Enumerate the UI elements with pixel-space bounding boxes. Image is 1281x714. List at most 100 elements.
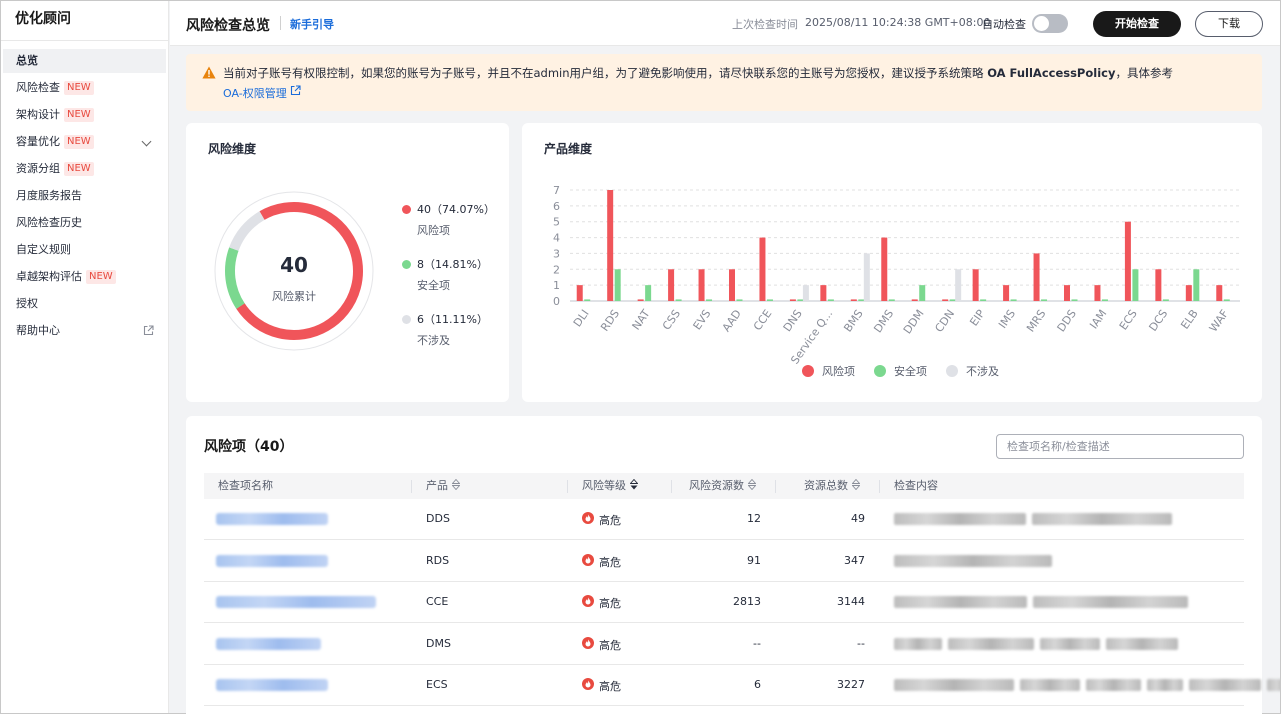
column-header-level[interactable]: 风险等级 — [582, 473, 638, 499]
bar-风险项-Service Q... — [820, 285, 827, 301]
permission-link[interactable]: OA-权限管理 — [223, 85, 287, 101]
legend-percent: （14.81%） — [424, 258, 488, 271]
product-dimension-card: 产品维度 0 1 2 3 4 5 6 7 DLI RDS NAT CSS EVS AAD CCE DNS Ser… — [522, 123, 1262, 402]
sidebar-item-10[interactable]: 帮助中心 — [3, 319, 166, 343]
cell-check-content — [1020, 679, 1080, 691]
sidebar-item-5[interactable]: 月度服务报告 — [3, 184, 166, 208]
bar-风险项-CCE — [759, 237, 766, 301]
sidebar-item-8[interactable]: 卓越架构评估 NEW — [3, 265, 166, 289]
bar-安全项-EIP — [980, 299, 987, 301]
sidebar-item-7[interactable]: 自定义规则 — [3, 238, 166, 262]
risk-legend-item[interactable]: 40（74.07%） — [402, 201, 495, 217]
x-tick-label: IAM — [1087, 307, 1109, 331]
sidebar-item-label: 月度服务报告 — [16, 189, 82, 202]
x-tick-label: DLI — [571, 307, 592, 329]
high-risk-icon — [582, 512, 594, 524]
column-header-product[interactable]: 产品 — [426, 473, 460, 499]
y-tick-label: 0 — [553, 295, 560, 308]
check-item-link[interactable] — [216, 637, 321, 650]
bar-安全项-ECS — [1132, 269, 1139, 301]
x-tick-label: CCE — [751, 307, 774, 333]
bar-不涉及-BMS — [863, 253, 870, 301]
sort-icon[interactable] — [748, 479, 756, 490]
sidebar-item-label: 容量优化 — [16, 135, 60, 148]
column-header-total[interactable]: 资源总数 — [804, 473, 860, 499]
new-badge: NEW — [64, 162, 94, 176]
cell-check-content — [1032, 513, 1172, 525]
sidebar-item-6[interactable]: 风险检查历史 — [3, 211, 166, 235]
y-tick-label: 2 — [553, 263, 560, 276]
cell-risk-level: 高危 — [599, 638, 621, 652]
column-divider — [671, 480, 672, 493]
chevron-down-icon[interactable] — [141, 136, 152, 147]
sidebar-item-9[interactable]: 授权 — [3, 292, 166, 316]
bar-安全项-Service Q... — [827, 299, 834, 301]
auto-check-toggle[interactable] — [1032, 14, 1068, 33]
cell-risk-count: -- — [753, 636, 761, 650]
cell-total-count: -- — [857, 636, 865, 650]
high-risk-icon — [582, 595, 594, 607]
bar-风险项-ELB — [1185, 285, 1192, 301]
cell-product: RDS — [426, 553, 450, 567]
warning-icon — [202, 66, 216, 79]
start-check-button[interactable]: 开始检查 — [1093, 11, 1181, 37]
risk-legend-item[interactable]: 6（11.11%） — [402, 311, 488, 327]
cell-product: ECS — [426, 678, 448, 691]
column-header-product-label: 产品 — [426, 479, 448, 492]
high-risk-icon — [582, 678, 594, 690]
legend-label: 风险项 — [822, 364, 855, 378]
y-tick-label: 3 — [553, 247, 560, 260]
sort-icon[interactable] — [452, 479, 460, 490]
bar-不涉及-CDN — [955, 269, 962, 301]
bar-安全项-EVS — [706, 299, 713, 301]
x-tick-label: CSS — [660, 307, 683, 332]
cell-check-content — [1086, 679, 1141, 691]
table-row[interactable]: CCE 高危 2813 3144 — [204, 582, 1244, 623]
check-item-link[interactable] — [216, 554, 328, 567]
sort-desc-icon[interactable] — [630, 479, 638, 490]
risk-legend-item[interactable]: 8（14.81%） — [402, 256, 488, 272]
bar-安全项-RDS — [614, 269, 621, 301]
alert-message: 当前对子账号有权限控制，如果您的账号为子账号，并且不在admin用户组，为了避免… — [223, 65, 1173, 81]
table-row[interactable]: DDS 高危 12 49 — [204, 499, 1244, 540]
bar-安全项-AAD — [736, 299, 743, 301]
sidebar-item-3[interactable]: 容量优化 NEW — [3, 130, 166, 154]
legend-percent: （74.07%） — [431, 203, 495, 216]
download-button[interactable]: 下载 — [1195, 11, 1263, 37]
check-item-link[interactable] — [216, 513, 328, 525]
x-tick-label: DMS — [871, 307, 896, 335]
legend-dot — [402, 205, 411, 214]
legend-value: 8 — [417, 258, 424, 271]
sort-icon[interactable] — [852, 479, 860, 490]
sidebar-item-label: 帮助中心 — [16, 324, 60, 337]
alert-text-suffix: ，具体参考 — [1115, 66, 1173, 80]
table-row[interactable]: DMS 高危 -- -- — [204, 624, 1244, 665]
column-header-risk-count[interactable]: 风险资源数 — [689, 473, 756, 499]
table-row[interactable]: RDS 高危 91 347 — [204, 541, 1244, 582]
cell-check-content — [894, 596, 1027, 608]
sidebar-item-1[interactable]: 风险检查 NEW — [3, 76, 166, 100]
check-item-link[interactable] — [216, 596, 376, 608]
bar-风险项-IMS — [1003, 285, 1010, 301]
bar-风险项-RDS — [607, 190, 614, 301]
check-item-link[interactable] — [216, 679, 328, 691]
external-link-icon[interactable] — [290, 85, 301, 96]
sidebar-item-4[interactable]: 资源分组 NEW — [3, 157, 166, 181]
bar-风险项-EVS — [698, 269, 705, 301]
sidebar-item-0[interactable]: 总览 — [3, 49, 166, 73]
high-risk-icon — [582, 553, 594, 566]
cell-check-content — [894, 513, 1026, 525]
bar-安全项-DDS — [1071, 299, 1078, 301]
cell-product: DDS — [426, 512, 450, 525]
product-bar-chart: 01234567DLI RDS NAT CSS EVS AAD CCE DNSService … — [553, 184, 1240, 378]
search-input[interactable] — [996, 434, 1244, 459]
bar-风险项-DLI — [576, 285, 583, 301]
column-divider — [567, 480, 568, 493]
sidebar-item-label: 架构设计 — [16, 108, 60, 121]
legend-dot — [402, 315, 411, 324]
guide-link[interactable]: 新手引导 — [290, 16, 334, 32]
sidebar-item-2[interactable]: 架构设计 NEW — [3, 103, 166, 127]
table-row[interactable]: ECS 高危 6 3227 — [204, 665, 1281, 706]
bar-安全项-IMS — [1010, 299, 1017, 301]
x-tick-label: RDS — [598, 307, 622, 333]
